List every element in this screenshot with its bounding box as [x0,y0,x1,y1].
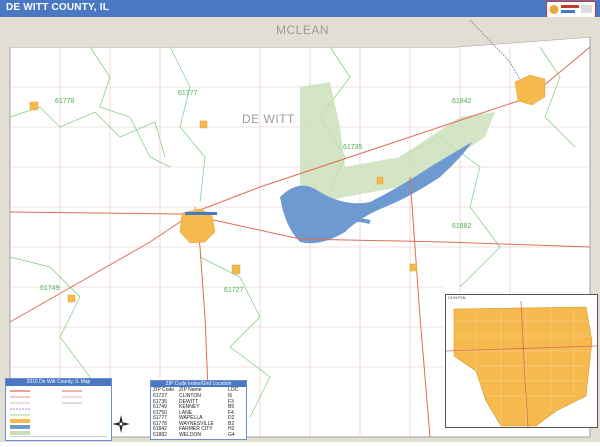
zip-label-61749: 61749 [40,285,60,292]
map-legend: 2016 De Witt County, IL Map [5,378,112,441]
clinton-marker [185,212,217,215]
zip-label-61882: 61882 [452,223,472,230]
table-cell-name: WELDON [179,431,201,438]
table-cell-zip: 61882 [153,431,167,438]
zip-label-61777: 61777 [178,90,198,97]
urban-lane [231,264,241,275]
publisher-logo [546,1,596,18]
table-cell-loc: G4 [228,431,235,438]
zip-label-61778: 61778 [55,98,75,105]
county-label-dewitt: DE WITT [242,112,295,126]
county-label-mclean: MCLEAN [276,23,330,37]
title-bar: DE WITT COUNTY, IL [0,0,600,18]
zip-label-61842: 61842 [452,98,472,105]
zip-label-61735: 61735 [343,144,363,151]
zip-label-61727: 61727 [224,287,244,294]
urban-dewitt [376,176,384,185]
map-frame: DE WITT COUNTY, IL MCLEAN DE WITT 61778 … [0,0,600,442]
legend-symbols [10,390,107,437]
map-title: DE WITT COUNTY, IL [6,2,110,13]
inset-map[interactable]: CLINTON [445,294,598,428]
legend-title: 2016 De Witt County, IL Map [6,379,111,386]
urban-wapella [199,120,208,129]
urban-waynesville [29,101,39,111]
zip-index-table: ZIP Code Index/Grid Location ZIP Code ZI… [150,380,247,440]
compass-icon [112,415,130,433]
inset-svg [446,301,597,427]
inset-label: CLINTON [448,295,466,300]
table-row: 61882 WELDON G4 [152,432,245,438]
urban-kenney [67,294,76,303]
urban-weldon [409,263,418,272]
logo-mark [549,5,592,14]
